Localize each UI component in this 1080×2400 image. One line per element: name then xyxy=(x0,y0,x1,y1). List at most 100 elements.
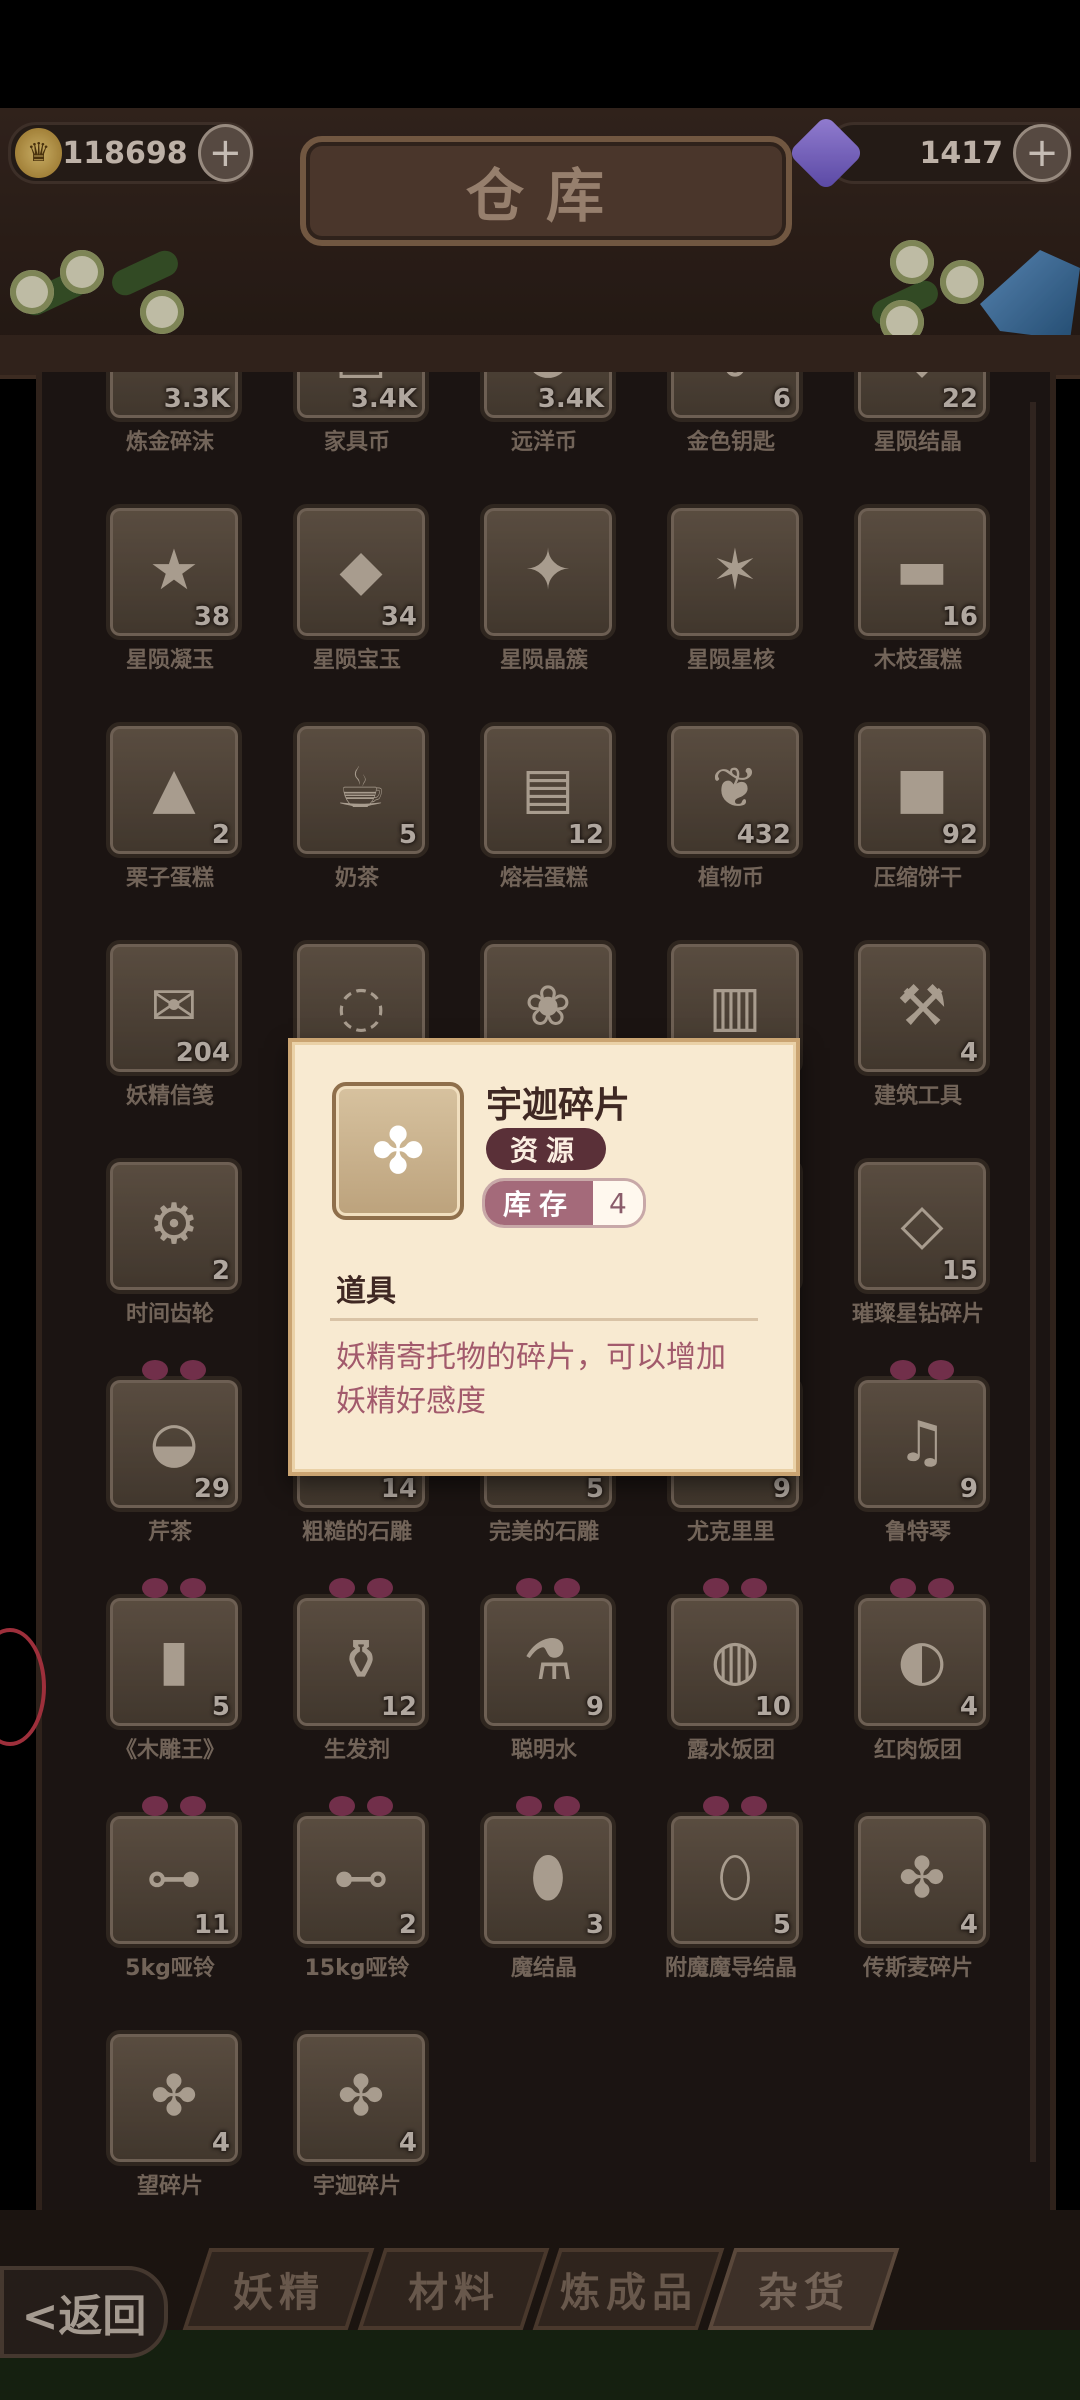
item-cell[interactable]: ✤ 4 传斯麦碎片 xyxy=(854,1812,990,2030)
item-detail-popup[interactable]: ✤ 宇迦碎片 资源 库存 4 道具 妖精寄托物的碎片，可以增加妖精好感度 xyxy=(288,1038,800,1476)
item-card[interactable]: ♫ 9 xyxy=(854,1360,990,1512)
item-card[interactable]: ❦ 432 xyxy=(667,722,803,858)
item-count: 3.4K xyxy=(350,384,417,414)
item-cell[interactable]: ◍ 10 露水饭团 xyxy=(667,1578,803,1812)
item-card[interactable]: ✤ 4 xyxy=(854,1812,990,1948)
item-card[interactable]: ▣3.4K xyxy=(293,372,429,422)
item-cell[interactable]: ◆22 星陨结晶 xyxy=(854,372,990,504)
item-cell[interactable]: ☕ 5 奶茶 xyxy=(293,722,429,940)
tab-materials[interactable]: 材料 xyxy=(357,2248,550,2330)
item-count: 4 xyxy=(211,2128,230,2158)
item-name: 宇迦碎片 xyxy=(312,2174,401,2199)
item-card[interactable]: ◒ 29 xyxy=(106,1360,242,1512)
item-count: 9 xyxy=(772,1474,791,1504)
item-name: 鲁特琴 xyxy=(884,1520,951,1545)
item-cell[interactable]: ▮ 5 《木雕王》 xyxy=(106,1578,242,1812)
item-cell[interactable]: ◇ 15 璀璨星钻碎片 xyxy=(852,1158,990,1376)
item-card[interactable]: ▮ 5 xyxy=(106,1578,242,1730)
add-coins-button[interactable]: + xyxy=(197,124,253,182)
milk-tea-icon: ☕ xyxy=(335,755,387,821)
item-cell[interactable]: ✤ 4 望碎片 xyxy=(106,2030,242,2222)
item-cell[interactable]: ▣3.4K 家具币 xyxy=(293,372,429,504)
item-card[interactable]: ▲ 2 xyxy=(106,722,242,858)
item-card[interactable]: ◆22 xyxy=(854,372,990,422)
item-cell[interactable]: ■ 92 压缩饼干 xyxy=(854,722,990,940)
item-card[interactable]: ✤ 4 xyxy=(293,2030,429,2166)
item-cell[interactable]: ⚒ 4 建筑工具 xyxy=(854,940,990,1158)
title-plate: 仓库 xyxy=(300,136,792,246)
item-cell[interactable]: ✦ 星陨晶簇 xyxy=(480,504,616,722)
item-cell[interactable]: ✶ 星陨星核 xyxy=(667,504,803,722)
item-card[interactable]: ✉ 204 xyxy=(106,940,242,1076)
item-card[interactable]: ▬ 16 xyxy=(854,504,990,640)
item-cell[interactable]: ◆ 34 星陨宝玉 xyxy=(293,504,429,722)
item-title: 宇迦碎片 xyxy=(486,1085,631,1126)
item-cell[interactable]: ♫ 9 鲁特琴 xyxy=(854,1360,990,1594)
item-card[interactable]: ✶ xyxy=(667,504,803,640)
item-card[interactable]: ⊷ 2 xyxy=(293,1796,429,1948)
item-count: 2 xyxy=(398,1910,417,1940)
item-cell[interactable]: ⚷6 金色钥匙 xyxy=(667,372,803,504)
item-count: 3.4K xyxy=(537,384,604,414)
item-name: 压缩饼干 xyxy=(873,866,962,891)
item-cell[interactable]: ⊷ 2 15kg哑铃 xyxy=(293,1796,429,2030)
item-card[interactable]: ⚒ 4 xyxy=(854,940,990,1076)
item-count: 4 xyxy=(398,2128,417,2158)
item-cell[interactable]: ●3.4K 远洋币 xyxy=(480,372,616,504)
item-count: 9 xyxy=(585,1692,604,1722)
back-button[interactable]: <返回 xyxy=(0,2266,168,2358)
item-cell[interactable]: ▬ 16 木枝蛋糕 xyxy=(854,504,990,722)
item-card[interactable]: ⊶ 11 xyxy=(106,1796,242,1948)
item-card[interactable]: ⚷6 xyxy=(667,372,803,422)
item-cell[interactable]: ⚙ 2 时间齿轮 xyxy=(106,1158,242,1376)
item-name: 星陨星核 xyxy=(686,648,775,673)
ribbon-bow-icon xyxy=(890,1354,954,1384)
item-cell[interactable]: ⊶ 11 5kg哑铃 xyxy=(106,1796,242,2030)
item-cell[interactable]: ⬮ 3 魔结晶 xyxy=(480,1796,616,2030)
item-thumbnail: ✤ xyxy=(332,1082,464,1220)
tab-crafted[interactable]: 炼成品 xyxy=(532,2248,725,2330)
item-cell[interactable]: ✉ 204 妖精信笺 xyxy=(106,940,242,1158)
item-card[interactable]: ◐ 4 xyxy=(854,1578,990,1730)
item-category: 道具 xyxy=(336,1274,396,1309)
item-cell[interactable]: ⚗ 9 聪明水 xyxy=(480,1578,616,1812)
item-card[interactable]: ■ 92 xyxy=(854,722,990,858)
item-cell[interactable]: ✤ 4 宇迦碎片 xyxy=(293,2030,429,2222)
stock-label: 库存 xyxy=(485,1181,594,1225)
item-card[interactable]: ◇ 15 xyxy=(854,1158,990,1294)
item-card[interactable]: ◆ 34 xyxy=(293,504,429,640)
item-card[interactable]: ◍ 10 xyxy=(667,1578,803,1730)
item-cell[interactable]: ✦3.3K 炼金碎沫 xyxy=(106,372,242,504)
item-card[interactable]: ✦ xyxy=(480,504,616,640)
scrollbar[interactable] xyxy=(1030,402,1036,2162)
item-cell[interactable]: ▲ 2 栗子蛋糕 xyxy=(106,722,242,940)
item-cell[interactable]: ⬯ 5 附魔魔导结晶 xyxy=(665,1796,803,2030)
item-card[interactable]: ⬮ 3 xyxy=(480,1796,616,1948)
item-cell[interactable]: ◐ 4 红肉饭团 xyxy=(854,1578,990,1812)
item-cell[interactable]: ◒ 29 芹茶 xyxy=(106,1360,242,1594)
item-cell[interactable]: ★ 38 星陨凝玉 xyxy=(106,504,242,722)
item-card[interactable]: ●3.4K xyxy=(480,372,616,422)
add-gems-button[interactable]: + xyxy=(1013,124,1071,182)
item-card[interactable]: ✤ 4 xyxy=(106,2030,242,2166)
item-card[interactable]: ▤ 12 xyxy=(480,722,616,858)
item-card[interactable]: ✦3.3K xyxy=(106,372,242,422)
item-card[interactable]: ★ 38 xyxy=(106,504,242,640)
item-name: 熔岩蛋糕 xyxy=(499,866,588,891)
item-cell[interactable]: ⚱ 12 生发剂 xyxy=(293,1578,429,1812)
item-card[interactable]: ⬯ 5 xyxy=(667,1796,803,1948)
tab-misc[interactable]: 杂货 xyxy=(707,2248,900,2330)
item-description: 妖精寄托物的碎片，可以增加妖精好感度 xyxy=(336,1340,726,1419)
page-title: 仓库 xyxy=(465,162,626,230)
tab-label: 杂货 xyxy=(757,2270,850,2316)
item-card[interactable]: ⚱ 12 xyxy=(293,1578,429,1730)
item-name: 时间齿轮 xyxy=(125,1302,214,1327)
item-card[interactable]: ⚗ 9 xyxy=(480,1578,616,1730)
item-cell[interactable]: ▤ 12 熔岩蛋糕 xyxy=(480,722,616,940)
item-cell[interactable]: ❦ 432 植物币 xyxy=(667,722,803,940)
tab-fairies[interactable]: 妖精 xyxy=(182,2248,375,2330)
lute-icon: ♫ xyxy=(896,1409,948,1475)
item-card[interactable]: ⚙ 2 xyxy=(106,1158,242,1294)
item-name: 传斯麦碎片 xyxy=(862,1956,973,1981)
item-card[interactable]: ☕ 5 xyxy=(293,722,429,858)
